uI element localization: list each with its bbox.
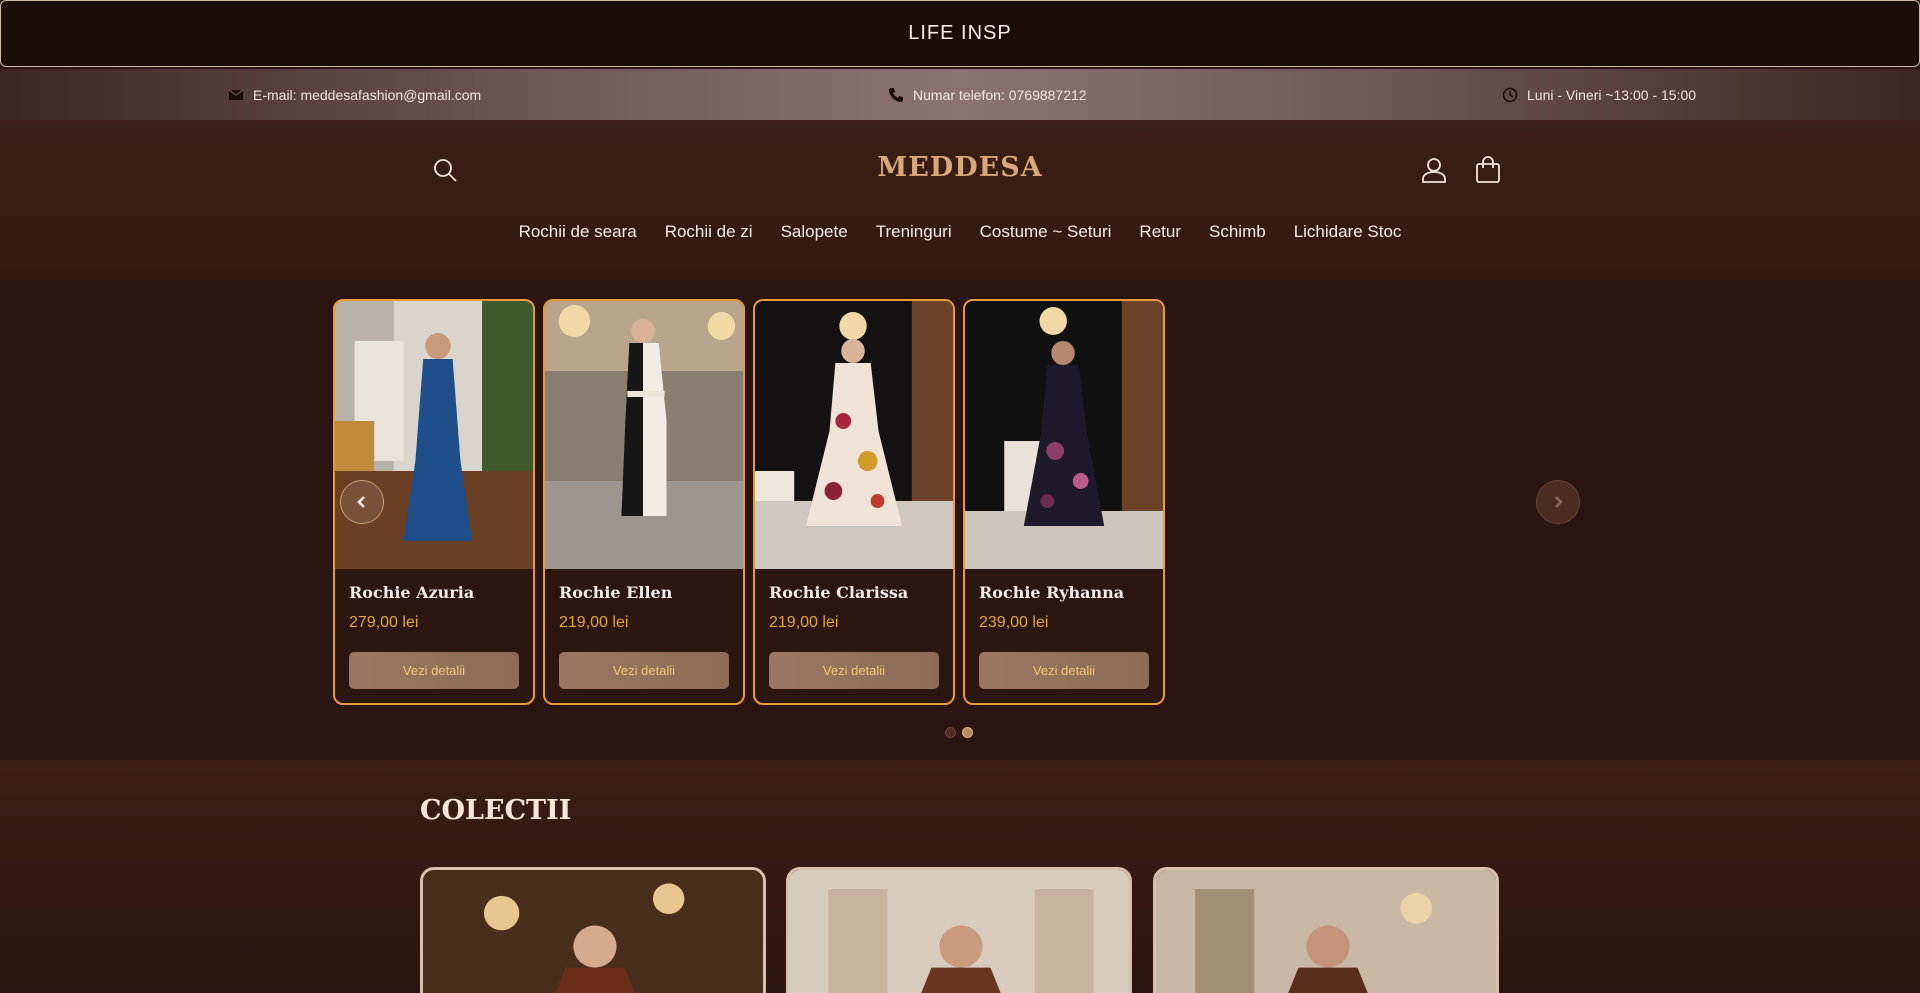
site-header: MEDDESA Rochii de seara Rochii de zi Sal… [0, 120, 1920, 280]
nav-rochii-de-zi[interactable]: Rochii de zi [651, 222, 767, 242]
chevron-left-icon [357, 496, 365, 508]
chevron-right-icon [1555, 496, 1563, 508]
collection-image [1156, 870, 1496, 993]
site-logo[interactable]: MEDDESA [860, 152, 1060, 183]
collection-card[interactable] [420, 867, 766, 993]
product-name: Rochie Azuria [349, 583, 475, 602]
product-name: Rochie Ryhanna [979, 583, 1125, 602]
main-nav: Rochii de seara Rochii de zi Salopete Tr… [0, 222, 1920, 242]
announcement-text: LIFE INSP [908, 22, 1012, 44]
cart-button[interactable] [1474, 156, 1504, 186]
details-button[interactable]: Vezi detalii [559, 652, 729, 689]
nav-retur[interactable]: Retur [1125, 222, 1195, 242]
product-card[interactable]: Rochie Ryhanna 239,00 lei Vezi detalii [963, 299, 1165, 705]
phone-icon [889, 87, 903, 102]
announcement-bar: LIFE INSP [0, 0, 1920, 67]
collections-title: COLECTII [420, 795, 572, 826]
bag-icon [1476, 156, 1500, 183]
carousel-dot-2[interactable] [962, 727, 973, 738]
account-button[interactable] [1420, 156, 1450, 186]
nav-schimb[interactable]: Schimb [1195, 222, 1280, 242]
product-image [755, 301, 953, 569]
contact-info-bar: E-mail: meddesafashion@gmail.com Numar t… [0, 69, 1920, 120]
nav-treninguri[interactable]: Treninguri [862, 222, 966, 242]
collections-section: COLECTII [0, 760, 1920, 993]
email-text: E-mail: meddesafashion@gmail.com [253, 86, 482, 103]
collection-image [423, 870, 763, 993]
nav-salopete[interactable]: Salopete [767, 222, 862, 242]
product-card[interactable]: Rochie Clarissa 219,00 lei Vezi detalii [753, 299, 955, 705]
nav-costume-seturi[interactable]: Costume ~ Seturi [966, 222, 1126, 242]
collection-card[interactable] [786, 867, 1132, 993]
hours-text: Luni - Vineri ~13:00 - 15:00 [1527, 86, 1697, 103]
email-info[interactable]: E-mail: meddesafashion@gmail.com [228, 69, 481, 120]
search-button[interactable] [431, 156, 461, 186]
product-card[interactable]: Rochie Ellen 219,00 lei Vezi detalii [543, 299, 745, 705]
product-image [965, 301, 1163, 569]
carousel-pagination [945, 727, 973, 738]
mail-icon [228, 89, 244, 100]
details-button[interactable]: Vezi detalii [349, 652, 519, 689]
product-price: 239,00 lei [979, 614, 1049, 631]
product-price: 219,00 lei [769, 614, 839, 631]
collection-image [789, 870, 1129, 993]
details-button[interactable]: Vezi detalii [979, 652, 1149, 689]
product-price: 219,00 lei [559, 614, 629, 631]
product-name: Rochie Clarissa [769, 583, 909, 602]
user-icon [1422, 158, 1446, 183]
carousel-next-button[interactable] [1536, 480, 1580, 524]
phone-text: Numar telefon: 0769887212 [913, 86, 1087, 103]
product-carousel: Rochie Azuria 279,00 lei Vezi detalii Ro… [0, 280, 1920, 760]
clock-icon [1502, 87, 1518, 102]
hours-info: Luni - Vineri ~13:00 - 15:00 [1502, 69, 1696, 120]
product-image [335, 301, 533, 569]
carousel-dot-1[interactable] [945, 727, 956, 738]
product-name: Rochie Ellen [559, 583, 673, 602]
carousel-prev-button[interactable] [340, 480, 384, 524]
product-image [545, 301, 743, 569]
details-button[interactable]: Vezi detalii [769, 652, 939, 689]
nav-lichidare-stoc[interactable]: Lichidare Stoc [1280, 222, 1416, 242]
search-icon [434, 159, 457, 182]
nav-rochii-de-seara[interactable]: Rochii de seara [505, 222, 651, 242]
product-price: 279,00 lei [349, 614, 419, 631]
phone-info[interactable]: Numar telefon: 0769887212 [888, 69, 1087, 120]
collection-card[interactable] [1153, 867, 1499, 993]
